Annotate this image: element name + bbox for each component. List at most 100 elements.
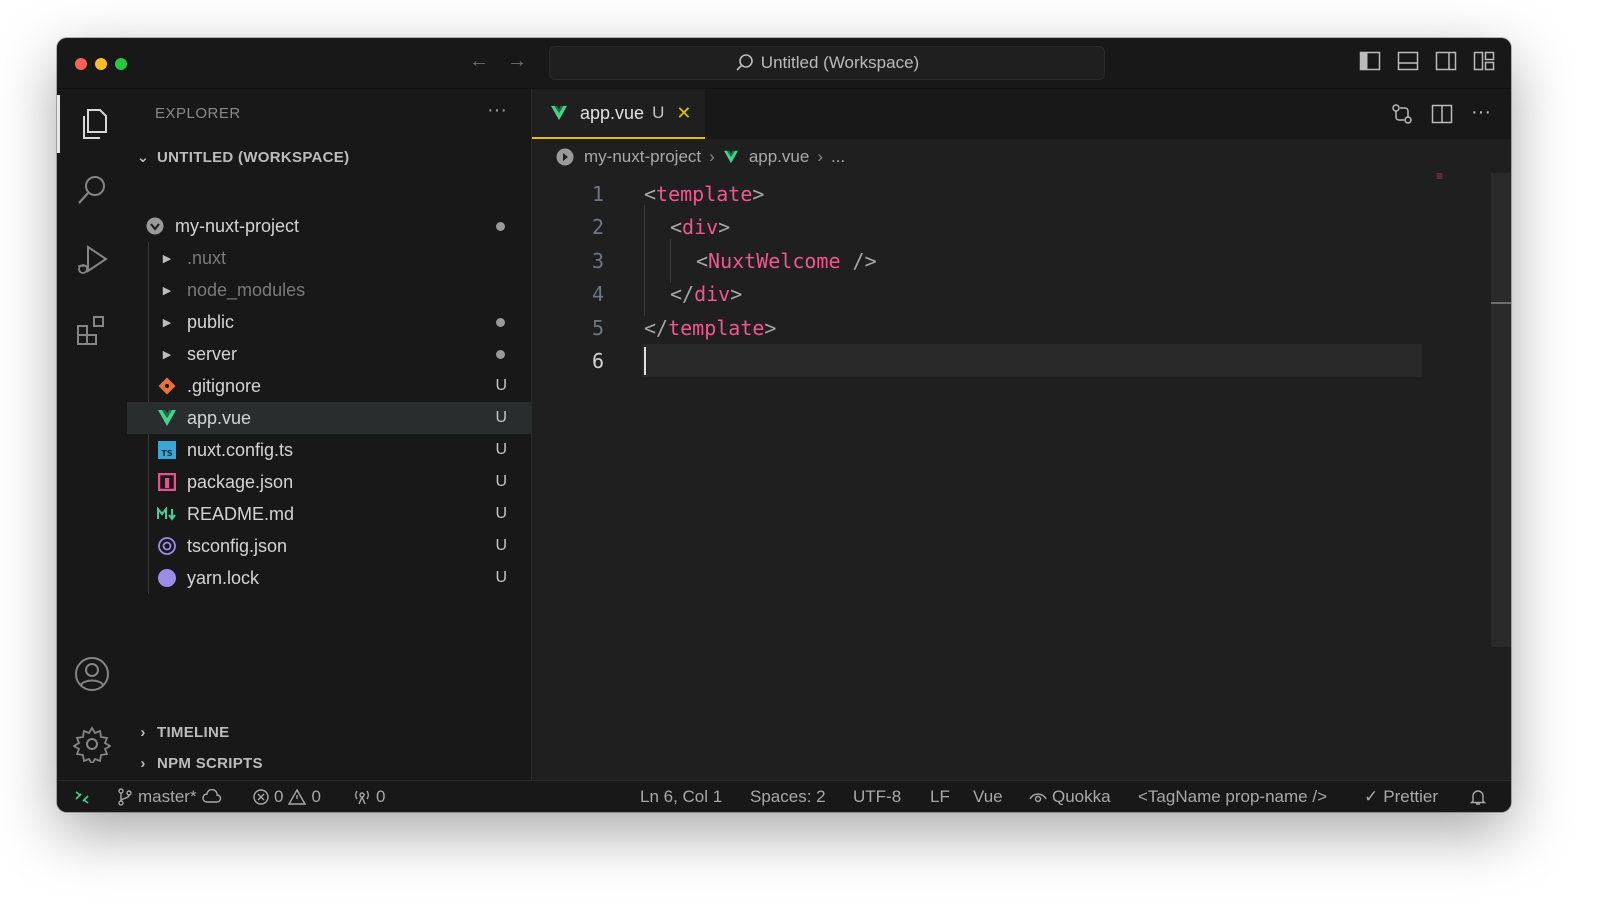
- maximize-window-button[interactable]: [115, 58, 127, 70]
- accounts-icon[interactable]: [57, 645, 127, 703]
- extensions-icon[interactable]: [57, 301, 127, 359]
- status-bar: master* 0 0 0 Ln 6, Col 1 Spaces: 2 UTF-…: [57, 780, 1511, 812]
- toggle-primary-sidebar-icon[interactable]: [1359, 50, 1381, 72]
- explorer-sidebar: EXPLORER ··· ⌄ UNTITLED (WORKSPACE) my-n…: [127, 89, 532, 780]
- file-readme[interactable]: README.md U: [127, 498, 531, 530]
- file-package-json[interactable]: package.json U: [127, 466, 531, 498]
- modified-dot: [496, 317, 505, 327]
- chevron-right-icon: ›: [140, 754, 146, 772]
- npm-scripts-section-header[interactable]: › NPM SCRIPTS: [133, 749, 263, 777]
- tagname-status[interactable]: <TagName prop-name />: [1138, 781, 1327, 812]
- code-line-1: 1 <template>: [591, 181, 765, 206]
- explorer-icon[interactable]: [57, 95, 127, 153]
- folder-nuxt[interactable]: ▶ .nuxt: [127, 242, 531, 274]
- minimize-window-button[interactable]: [95, 58, 107, 70]
- markdown-icon: [157, 504, 177, 524]
- folder-public[interactable]: ▶ public: [127, 306, 531, 338]
- vue-icon: [723, 150, 739, 164]
- code-line-4: 4 </div>: [591, 281, 743, 306]
- indentation[interactable]: Spaces: 2: [750, 781, 826, 812]
- broadcast-icon: [355, 790, 369, 805]
- code-line-2: 2 <div>: [591, 214, 731, 239]
- sidebar-title: EXPLORER: [155, 105, 241, 122]
- close-icon[interactable]: ✕: [676, 103, 691, 124]
- command-center[interactable]: Untitled (Workspace): [549, 46, 1105, 80]
- split-editor-icon[interactable]: [1431, 103, 1453, 130]
- vue-icon: [157, 408, 177, 428]
- settings-gear-icon[interactable]: [57, 715, 127, 773]
- warning-icon: [288, 789, 307, 805]
- chevron-right-icon: ▶: [162, 348, 172, 361]
- nuxt-folder-icon: [556, 148, 574, 166]
- quokka-status[interactable]: Quokka: [1029, 781, 1111, 812]
- folder-node-modules[interactable]: ▶ node_modules: [127, 274, 531, 306]
- tab-app-vue[interactable]: app.vue U ✕: [532, 89, 705, 139]
- folder-server[interactable]: ▶ server: [127, 338, 531, 370]
- search-icon[interactable]: [57, 161, 127, 219]
- code-line-current-highlight: [642, 344, 1422, 377]
- prettier-status[interactable]: ✓ Prettier: [1364, 781, 1438, 812]
- chevron-right-icon: ▶: [162, 316, 172, 329]
- typescript-icon: TS: [157, 440, 177, 460]
- problems-status[interactable]: 0 0: [253, 781, 321, 812]
- chevron-right-icon: ›: [140, 723, 146, 741]
- code-line-6: 6: [591, 348, 604, 373]
- encoding[interactable]: UTF-8: [853, 781, 901, 812]
- yarn-icon: [157, 568, 177, 588]
- file-app-vue[interactable]: app.vue U: [127, 402, 531, 434]
- breadcrumb-more[interactable]: ...: [831, 147, 845, 167]
- vertical-scrollbar[interactable]: [1491, 173, 1511, 647]
- modified-dot: [496, 221, 505, 231]
- ports-status[interactable]: 0: [353, 781, 385, 812]
- end-of-line[interactable]: LF: [930, 781, 950, 812]
- language-mode[interactable]: Vue: [973, 781, 1003, 812]
- chevron-right-icon: ›: [709, 147, 715, 166]
- back-arrow-icon[interactable]: ←: [469, 50, 489, 73]
- tab-status: U: [652, 103, 665, 122]
- toggle-panel-icon[interactable]: [1397, 50, 1419, 72]
- workspace-section-header[interactable]: ⌄ UNTITLED (WORKSPACE): [133, 143, 350, 171]
- code-line-5: 5 </template>: [591, 315, 777, 340]
- checkmark-icon: ✓: [1364, 787, 1379, 806]
- window-title: Untitled (Workspace): [760, 53, 920, 72]
- more-actions-icon[interactable]: ···: [1471, 102, 1491, 130]
- file-gitignore[interactable]: .gitignore U: [127, 370, 531, 402]
- file-tsconfig[interactable]: tsconfig.json U: [127, 530, 531, 562]
- vscode-window: ← → Untitled (Workspace) EXPLORER ··· ⌄ …: [57, 38, 1511, 812]
- vue-icon: [550, 105, 568, 121]
- file-yarn-lock[interactable]: yarn.lock U: [127, 562, 531, 594]
- activity-bar: [57, 89, 127, 780]
- run-debug-icon[interactable]: [57, 231, 127, 289]
- chevron-right-icon: ›: [817, 147, 823, 166]
- code-line-3: 3 <NuxtWelcome />: [591, 248, 877, 273]
- project-folder[interactable]: my-nuxt-project: [127, 210, 531, 242]
- tab-label: app.vue: [580, 102, 645, 123]
- file-nuxt-config[interactable]: TS nuxt.config.ts U: [127, 434, 531, 466]
- more-actions-icon[interactable]: ···: [487, 99, 507, 122]
- compare-changes-icon[interactable]: [1391, 103, 1413, 130]
- search-icon: [736, 54, 753, 71]
- chevron-down-icon: ⌄: [136, 149, 150, 166]
- svg-text:TS: TS: [161, 449, 172, 458]
- scrollbar-cursor-marker: [1491, 302, 1511, 304]
- toggle-secondary-sidebar-icon[interactable]: [1435, 50, 1457, 72]
- breadcrumb-file[interactable]: app.vue: [749, 147, 810, 167]
- tsconfig-icon: [157, 536, 177, 556]
- tab-bar: app.vue U ✕ ···: [532, 89, 1511, 139]
- sync-cloud-icon: [201, 789, 221, 803]
- eye-icon: [1029, 793, 1047, 803]
- nuxt-folder-icon: [145, 216, 165, 236]
- breadcrumb-project[interactable]: my-nuxt-project: [584, 147, 701, 167]
- git-branch-icon: [118, 788, 132, 806]
- editor-area: app.vue U ✕ ··· my-nuxt-project › app.vu…: [532, 89, 1511, 780]
- branch-status[interactable]: master*: [117, 781, 222, 812]
- remote-indicator-icon[interactable]: [73, 781, 91, 812]
- close-window-button[interactable]: [75, 58, 87, 70]
- notifications-bell-icon[interactable]: [1469, 781, 1487, 812]
- cursor-position[interactable]: Ln 6, Col 1: [640, 781, 722, 812]
- forward-arrow-icon[interactable]: →: [507, 50, 527, 73]
- title-bar: ← → Untitled (Workspace): [57, 38, 1511, 89]
- customize-layout-icon[interactable]: [1473, 50, 1495, 72]
- minimap-marker: ≡: [1435, 169, 1443, 183]
- timeline-section-header[interactable]: › TIMELINE: [133, 718, 229, 746]
